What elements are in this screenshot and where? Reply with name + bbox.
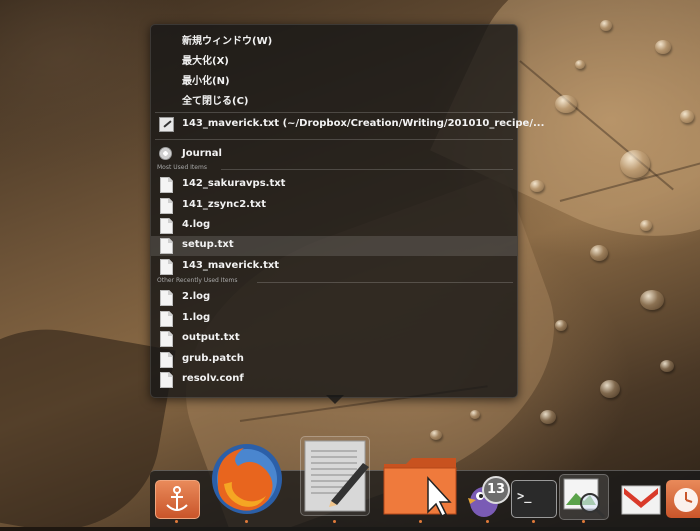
terminal-icon: >_: [517, 489, 532, 503]
running-indicator: [582, 520, 585, 523]
menu-maximize-label: 最大化(X): [182, 56, 229, 67]
gmail-icon: [621, 485, 661, 515]
menu-current-document-label: 143_maverick.txt (~/Dropbox/Creation/Wri…: [182, 118, 545, 129]
recent-item[interactable]: grub.patch: [151, 350, 517, 370]
running-indicator: [333, 520, 336, 523]
firefox-icon: [212, 444, 282, 514]
menu-maximize[interactable]: 最大化(X): [151, 49, 517, 69]
recent-item[interactable]: 2.log: [151, 288, 517, 308]
recent-item-label: 2.log: [182, 291, 211, 302]
recent-item[interactable]: 143_maverick.txt: [151, 257, 517, 277]
recent-item[interactable]: output.txt: [151, 329, 517, 349]
section-divider: [257, 282, 513, 283]
menu-separator: [155, 139, 513, 140]
file-icon: [160, 311, 173, 327]
file-icon: [160, 331, 173, 347]
menu-current-document[interactable]: 143_maverick.txt (~/Dropbox/Creation/Wri…: [151, 115, 544, 135]
menu-journal[interactable]: Journal: [151, 145, 517, 165]
recent-item-label: resolv.conf: [182, 373, 244, 384]
recent-item[interactable]: 141_zsync2.txt: [151, 196, 517, 216]
running-indicator: [175, 520, 178, 523]
running-indicator: [419, 520, 422, 523]
file-icon: [160, 290, 173, 306]
recent-item-label: 142_sakuravps.txt: [182, 178, 286, 189]
dock-backup[interactable]: [666, 480, 700, 518]
text-editor-icon: [159, 117, 174, 132]
folder-icon: [383, 458, 457, 518]
running-indicator: [486, 520, 489, 523]
menu-close-all-label: 全て閉じる(C): [182, 96, 249, 107]
menu-separator: [155, 112, 513, 113]
dock-firefox[interactable]: [208, 440, 286, 518]
backup-icon: [674, 488, 698, 512]
menu-new-window-label: 新規ウィンドウ(W): [182, 36, 273, 47]
dock-text-editor[interactable]: [300, 436, 370, 516]
recent-item-label: 141_zsync2.txt: [182, 199, 266, 210]
recent-item[interactable]: resolv.conf: [151, 370, 517, 390]
menu-new-window[interactable]: 新規ウィンドウ(W): [151, 29, 517, 49]
file-icon: [160, 352, 173, 368]
recent-item-label: output.txt: [182, 332, 240, 343]
notification-badge: 13: [482, 476, 510, 504]
anchor-icon: [166, 486, 188, 511]
recent-item[interactable]: 1.log: [151, 309, 517, 329]
section-most-used-header: Most Used Items: [157, 164, 207, 171]
journal-icon: [159, 147, 172, 160]
file-icon: [160, 198, 173, 214]
dock-pidgin[interactable]: 13: [466, 474, 510, 518]
recent-item-highlighted[interactable]: setup.txt: [151, 236, 517, 256]
quicklist-pointer: [326, 395, 344, 404]
menu-journal-label: Journal: [182, 148, 222, 159]
image-viewer-icon: [563, 478, 606, 519]
dock-file-manager[interactable]: [382, 454, 458, 520]
running-indicator: [532, 520, 535, 523]
running-indicator: [245, 520, 248, 523]
recent-item-label: 1.log: [182, 312, 211, 323]
dock-gmail[interactable]: [620, 482, 662, 516]
section-divider: [221, 169, 513, 170]
menu-minimize[interactable]: 最小化(N): [151, 69, 517, 89]
file-icon: [160, 177, 173, 193]
recent-item-label: grub.patch: [182, 353, 244, 364]
menu-minimize-label: 最小化(N): [182, 76, 230, 87]
launcher-quicklist: 新規ウィンドウ(W) 最大化(X) 最小化(N) 全て閉じる(C) 143_ma…: [150, 24, 544, 398]
dock-image-viewer[interactable]: [559, 474, 609, 520]
recent-item-label: 143_maverick.txt: [182, 260, 280, 271]
badge-count: 13: [486, 482, 506, 497]
menu-close-all[interactable]: 全て閉じる(C): [151, 89, 517, 109]
recent-item[interactable]: 142_sakuravps.txt: [151, 175, 517, 195]
file-icon: [160, 372, 173, 388]
dock-anchor-app[interactable]: [155, 480, 200, 519]
recent-item-label: 4.log: [182, 219, 211, 230]
file-icon: [160, 238, 173, 254]
recent-item-label: setup.txt: [182, 239, 234, 250]
dock-terminal[interactable]: >_: [511, 480, 557, 518]
text-editor-icon: [304, 440, 369, 512]
file-icon: [160, 259, 173, 275]
recent-item[interactable]: 4.log: [151, 216, 517, 236]
file-icon: [160, 218, 173, 234]
section-other-recent-header: Other Recently Used Items: [157, 277, 238, 284]
